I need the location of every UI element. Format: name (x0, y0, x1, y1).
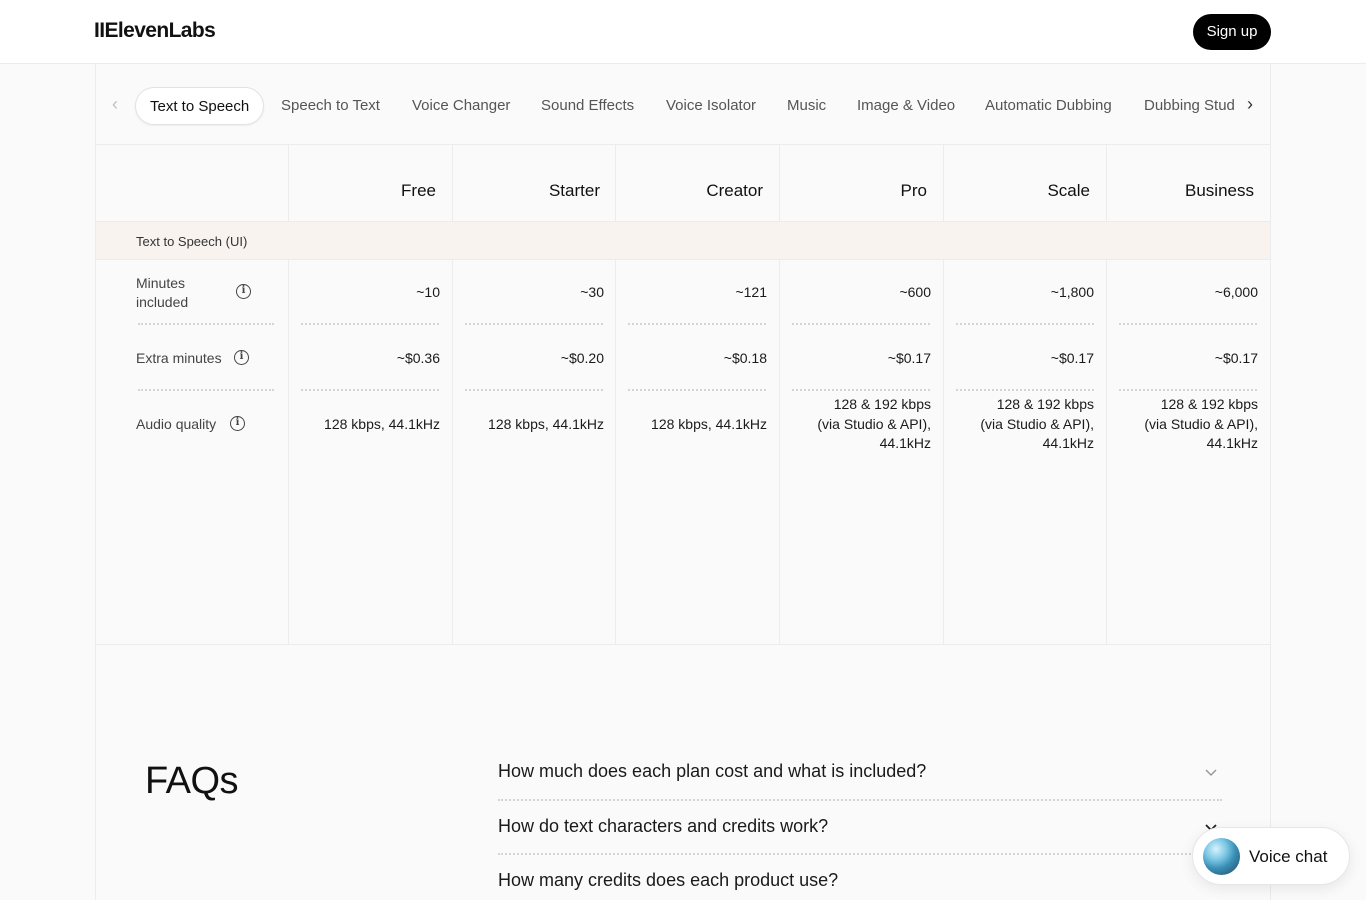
row-label-audio-quality: Audio quality (136, 416, 217, 432)
row-separator (465, 323, 603, 325)
row-separator (1119, 389, 1257, 391)
row-label-line: included (136, 294, 189, 310)
section-title: Text to Speech (UI) (136, 234, 248, 249)
row-separator (792, 323, 930, 325)
elevenlabs-logo[interactable]: IIElevenLabs (94, 19, 216, 43)
chevron-right-icon[interactable]: › (1240, 92, 1260, 116)
cell-scale-extra: ~$0.17 (1050, 350, 1094, 366)
faq-question-product-credits[interactable]: How many credits does each product use? (498, 870, 838, 891)
tab-voice-changer[interactable]: Voice Changer (412, 87, 510, 125)
row-separator (1119, 323, 1257, 325)
row-separator (138, 323, 274, 325)
row-separator (628, 323, 766, 325)
row-separator (465, 389, 603, 391)
plan-header-pro: Pro (900, 181, 927, 200)
cell-line: 44.1kHz (1206, 435, 1258, 451)
cell-line: 128 & 192 kbps (1160, 396, 1258, 412)
row-separator (301, 323, 439, 325)
column-divider (452, 145, 453, 645)
faq-question-plan-cost[interactable]: How much does each plan cost and what is… (498, 761, 926, 782)
row-separator (956, 323, 1094, 325)
faq-separator (498, 853, 1222, 855)
cell-business-extra: ~$0.17 (1214, 350, 1258, 366)
voice-chat-button[interactable]: Voice chat (1192, 827, 1350, 885)
table-bottom-border (95, 644, 1271, 645)
cell-line: (via Studio & API), (1144, 415, 1258, 432)
cell-creator-extra: ~$0.18 (723, 350, 767, 366)
cell-line: 44.1kHz (1042, 435, 1094, 451)
cell-free-minutes: ~10 (416, 284, 440, 300)
info-icon[interactable]: i (234, 350, 249, 365)
info-icon[interactable]: i (236, 284, 251, 299)
tab-automatic-dubbing[interactable]: Automatic Dubbing (985, 87, 1112, 125)
cell-creator-minutes: ~121 (735, 284, 767, 300)
cell-pro-audio: 128 & 192 kbps (via Studio & API), 44.1k… (781, 395, 931, 454)
product-tabs: ‹ Text to Speech Speech to Text Voice Ch… (95, 64, 1271, 145)
tab-sound-effects[interactable]: Sound Effects (541, 87, 634, 125)
voice-chat-label: Voice chat (1249, 847, 1328, 866)
tab-voice-isolator[interactable]: Voice Isolator (666, 87, 756, 125)
chevron-left-icon[interactable]: ‹ (105, 92, 125, 116)
tab-dubbing-studio[interactable]: Dubbing Stud (1144, 87, 1235, 125)
plan-header-creator: Creator (706, 181, 763, 200)
tab-music[interactable]: Music (787, 87, 826, 125)
faq-separator (498, 799, 1222, 801)
cell-pro-minutes: ~600 (899, 284, 931, 300)
cell-line: 128 & 192 kbps (996, 396, 1094, 412)
cell-creator-audio: 128 kbps, 44.1kHz (651, 416, 767, 432)
plan-header-business: Business (1185, 181, 1254, 200)
plan-header-free: Free (401, 181, 436, 200)
row-separator (792, 389, 930, 391)
cell-starter-minutes: ~30 (580, 284, 604, 300)
row-label-line: Minutes (136, 275, 186, 291)
section-header-row: Text to Speech (UI) (96, 221, 1270, 260)
cell-scale-audio: 128 & 192 kbps (via Studio & API), 44.1k… (944, 395, 1094, 454)
plan-header-starter: Starter (548, 181, 600, 200)
tab-image-video[interactable]: Image & Video (857, 87, 955, 125)
cell-line: 44.1kHz (879, 435, 931, 451)
cell-line: (via Studio & API), (817, 415, 931, 432)
cell-starter-audio: 128 kbps, 44.1kHz (488, 416, 604, 432)
column-divider (779, 145, 780, 645)
cell-line: (via Studio & API), (980, 415, 1094, 432)
plan-header-scale: Scale (1047, 181, 1090, 200)
cell-line: 128 & 192 kbps (833, 396, 931, 412)
sign-up-button[interactable]: Sign up (1193, 14, 1271, 50)
row-label-extra-minutes: Extra minutes (136, 350, 222, 366)
faq-title: FAQs (145, 760, 239, 802)
chevron-down-icon[interactable] (1203, 764, 1219, 780)
cell-free-extra: ~$0.36 (396, 350, 440, 366)
column-divider (1106, 145, 1107, 645)
row-separator (956, 389, 1094, 391)
cell-business-audio: 128 & 192 kbps (via Studio & API), 44.1k… (1108, 395, 1258, 454)
info-icon[interactable]: i (230, 416, 245, 431)
voice-orb-icon (1203, 838, 1240, 875)
cell-pro-extra: ~$0.17 (887, 350, 931, 366)
row-separator (628, 389, 766, 391)
tab-speech-to-text[interactable]: Speech to Text (281, 87, 380, 125)
column-divider (288, 145, 289, 645)
cell-scale-minutes: ~1,800 (1050, 284, 1094, 300)
faq-question-credits[interactable]: How do text characters and credits work? (498, 816, 828, 837)
cell-business-minutes: ~6,000 (1214, 284, 1258, 300)
tab-text-to-speech[interactable]: Text to Speech (135, 87, 265, 125)
cell-starter-extra: ~$0.20 (560, 350, 604, 366)
row-label-minutes-included: Minutes included (136, 274, 188, 312)
row-separator (138, 389, 274, 391)
site-header: IIElevenLabs Sign up (0, 0, 1366, 64)
row-separator (301, 389, 439, 391)
column-divider (615, 145, 616, 645)
cell-free-audio: 128 kbps, 44.1kHz (324, 416, 440, 432)
